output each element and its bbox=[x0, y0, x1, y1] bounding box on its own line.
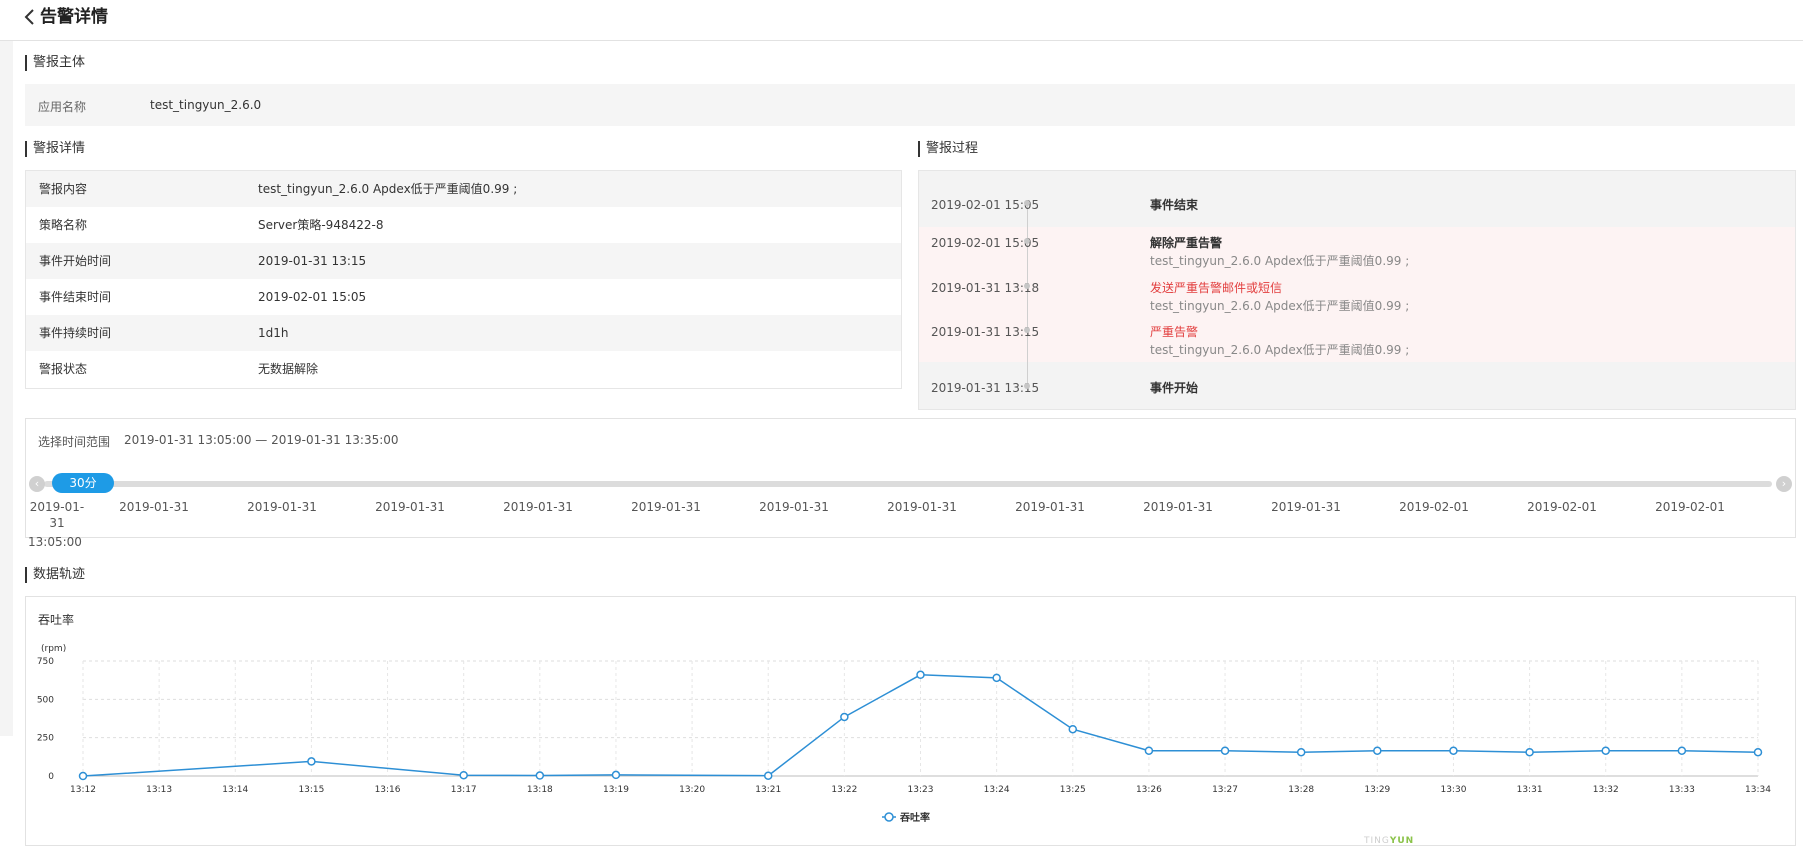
data-point[interactable] bbox=[1068, 724, 1078, 734]
y-axis-unit: (rpm) bbox=[41, 644, 66, 654]
x-tick-label: 13:20 bbox=[679, 785, 705, 795]
y-tick-label: 500 bbox=[37, 695, 54, 705]
data-point[interactable] bbox=[916, 670, 925, 680]
watermark-part2: YUN bbox=[1389, 836, 1415, 846]
x-tick-label: 13:31 bbox=[1517, 785, 1543, 795]
data-point[interactable] bbox=[78, 771, 88, 781]
data-point[interactable] bbox=[307, 757, 316, 766]
data-point[interactable] bbox=[840, 712, 849, 722]
data-point[interactable] bbox=[1525, 747, 1534, 757]
data-point[interactable] bbox=[763, 771, 773, 780]
data-point[interactable] bbox=[1220, 746, 1230, 755]
x-tick-label: 13:26 bbox=[1136, 785, 1162, 795]
data-point[interactable] bbox=[611, 770, 621, 780]
data-point[interactable] bbox=[1677, 746, 1687, 755]
x-tick-label: 13:21 bbox=[755, 785, 781, 795]
watermark-part1: TING bbox=[1364, 836, 1390, 846]
data-point[interactable] bbox=[1296, 747, 1306, 757]
data-point[interactable] bbox=[1753, 747, 1763, 757]
tingyun-watermark: TINGYUN bbox=[1364, 836, 1414, 846]
x-tick-label: 13:28 bbox=[1288, 785, 1314, 795]
data-point[interactable] bbox=[1449, 746, 1458, 755]
x-tick-label: 13:22 bbox=[831, 785, 857, 795]
x-tick-label: 13:32 bbox=[1593, 785, 1619, 795]
data-point[interactable] bbox=[1601, 746, 1610, 755]
data-point[interactable] bbox=[459, 770, 468, 780]
data-point[interactable] bbox=[1144, 746, 1154, 755]
x-tick-label: 13:30 bbox=[1440, 785, 1466, 795]
x-tick-label: 13:17 bbox=[451, 785, 477, 795]
x-tick-label: 13:29 bbox=[1364, 785, 1390, 795]
x-tick-label: 13:15 bbox=[298, 785, 324, 795]
x-tick-label: 13:25 bbox=[1060, 785, 1086, 795]
x-tick-label: 13:24 bbox=[984, 785, 1010, 795]
data-point[interactable] bbox=[535, 771, 545, 780]
series-line bbox=[82, 674, 1759, 777]
x-tick-label: 13:13 bbox=[146, 785, 172, 795]
x-tick-label: 13:16 bbox=[375, 785, 401, 795]
x-tick-label: 13:27 bbox=[1212, 785, 1238, 795]
legend-label: 吞吐率 bbox=[900, 811, 930, 824]
y-tick-label: 250 bbox=[37, 734, 54, 744]
y-tick-label: 0 bbox=[48, 772, 54, 782]
x-tick-label: 13:14 bbox=[222, 785, 248, 795]
x-tick-label: 13:33 bbox=[1669, 785, 1695, 795]
x-tick-label: 13:12 bbox=[70, 785, 96, 795]
throughput-line-chart: 0 250 500 750 13:12 13:13 13:14 13:15 13:16 13:1… bbox=[37, 644, 1771, 824]
x-tick-label: 13:18 bbox=[527, 785, 553, 795]
data-point[interactable] bbox=[1373, 746, 1382, 755]
x-tick-label: 13:23 bbox=[908, 785, 934, 795]
data-point[interactable] bbox=[992, 673, 1001, 683]
x-tick-label: 13:34 bbox=[1745, 785, 1771, 795]
chart-legend[interactable]: 吞吐率 bbox=[882, 811, 930, 824]
legend-marker bbox=[884, 812, 894, 822]
y-tick-label: 750 bbox=[37, 657, 54, 667]
x-tick-label: 13:19 bbox=[603, 785, 629, 795]
